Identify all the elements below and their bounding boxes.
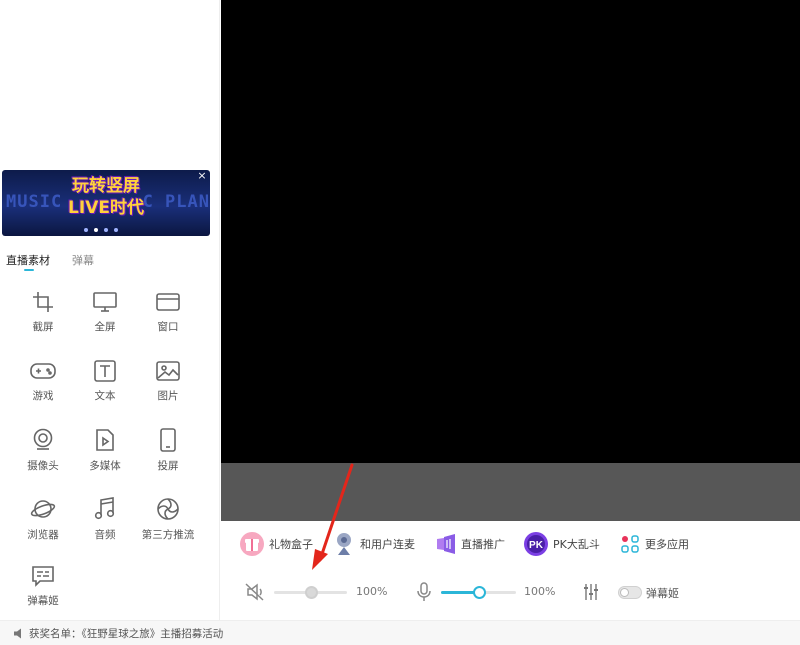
crop-icon — [33, 292, 53, 312]
tool-label: 第三方推流 — [141, 529, 195, 541]
danmaku-ji-toggle[interactable] — [618, 586, 642, 599]
banner-dot[interactable] — [114, 228, 118, 232]
promo-banner[interactable]: MUSIC C PLAN 玩转竖屏 LIVE时代 × — [2, 170, 210, 236]
tool-label: 弹幕姬 — [27, 595, 59, 607]
tool-label: 窗口 — [157, 321, 179, 333]
gift-box-icon — [240, 532, 264, 556]
tool-label: 截屏 — [32, 321, 54, 333]
microphone-icon[interactable] — [417, 582, 431, 602]
chat-box-icon — [32, 566, 54, 587]
tool-webcam[interactable]: 摄像头 — [11, 428, 75, 480]
material-tabs: 直播素材 弹幕 — [6, 252, 94, 271]
pk-badge-text: PK — [529, 540, 544, 551]
apps-bar: 礼物盒子 和用户连麦 直播推广 PK PK大乱斗 更多应用 — [221, 521, 800, 569]
speaker-volume-knob[interactable] — [304, 586, 318, 599]
music-note-icon — [94, 497, 115, 520]
text-icon — [94, 360, 116, 382]
tool-cast[interactable]: 投屏 — [136, 428, 200, 480]
app-label: 更多应用 — [645, 538, 689, 551]
live-preview-canvas[interactable] — [221, 0, 800, 463]
announcement-text: 获奖名单：《狂野星球之旅》主播招募活动 — [29, 628, 224, 640]
tool-label: 多媒体 — [89, 460, 121, 472]
mic-link-icon — [337, 533, 351, 555]
aperture-icon — [157, 498, 179, 520]
announcement-speaker-icon — [14, 628, 21, 639]
pk-icon: PK — [524, 532, 548, 556]
tool-fullscreen[interactable]: 全屏 — [73, 291, 137, 343]
tool-game[interactable]: 游戏 — [11, 360, 75, 412]
banner-dot[interactable] — [84, 228, 88, 232]
tool-danmaku-ji[interactable]: 弹幕姬 — [11, 565, 75, 617]
banner-pagination — [84, 228, 118, 232]
media-file-icon — [96, 429, 114, 451]
planet-icon — [30, 500, 56, 518]
banner-dot[interactable] — [104, 228, 108, 232]
app-live-promote[interactable]: 直播推广 — [435, 531, 505, 557]
preview-bottom-strip — [221, 463, 800, 521]
app-label: PK大乱斗 — [553, 538, 600, 551]
banner-close-icon[interactable]: × — [197, 170, 207, 181]
banner-title: 玩转竖屏 LIVE时代 — [56, 176, 156, 218]
tool-browser[interactable]: 浏览器 — [11, 497, 75, 549]
banner-title-line1: 玩转竖屏 — [72, 176, 140, 196]
image-icon — [156, 361, 180, 381]
danmaku-ji-toggle-label: 弹幕姬 — [646, 587, 679, 600]
tab-live-material[interactable]: 直播素材 — [6, 252, 50, 271]
promote-icon — [437, 534, 455, 554]
monitor-icon — [93, 292, 117, 312]
tool-multimedia[interactable]: 多媒体 — [73, 428, 137, 480]
tool-label: 文本 — [94, 390, 116, 402]
app-pk-battle[interactable]: PK PK大乱斗 — [523, 531, 600, 557]
banner-bg-left: MUSIC — [6, 192, 63, 212]
more-apps-icon — [621, 535, 639, 553]
tool-label: 游戏 — [32, 390, 54, 402]
webcam-icon — [33, 428, 53, 450]
speaker-volume-slider[interactable] — [274, 586, 347, 599]
tool-label: 全屏 — [94, 321, 116, 333]
mic-volume-knob[interactable] — [472, 586, 486, 599]
banner-dot-active[interactable] — [94, 228, 98, 232]
tool-text[interactable]: 文本 — [73, 360, 137, 412]
announcement-bar[interactable]: 获奖名单：《狂野星球之旅》主播招募活动 — [0, 620, 800, 645]
tool-label: 摄像头 — [27, 460, 59, 472]
tool-window[interactable]: 窗口 — [136, 291, 200, 343]
tool-screenshot[interactable]: 截屏 — [11, 291, 75, 343]
tool-label: 图片 — [157, 390, 179, 402]
speaker-muted-icon[interactable] — [245, 583, 265, 601]
tool-third-party-stream[interactable]: 第三方推流 — [136, 497, 200, 549]
app-gift-box[interactable]: 礼物盒子 — [239, 531, 313, 557]
banner-title-line2: LIVE时代 — [68, 198, 144, 218]
tool-image[interactable]: 图片 — [136, 360, 200, 412]
tab-danmaku[interactable]: 弹幕 — [72, 252, 94, 270]
mic-volume-slider[interactable] — [441, 586, 516, 599]
tool-audio[interactable]: 音频 — [73, 497, 137, 549]
app-more-apps[interactable]: 更多应用 — [619, 531, 689, 557]
tool-label: 投屏 — [157, 460, 179, 472]
app-label: 和用户连麦 — [360, 538, 415, 551]
phone-icon — [160, 428, 176, 452]
left-panel: MUSIC C PLAN 玩转竖屏 LIVE时代 × 直播素材 弹幕 截屏 全屏… — [0, 0, 220, 620]
audio-controls-bar: 100% 100% 弹幕姬 — [221, 569, 800, 617]
mixer-icon[interactable] — [583, 583, 599, 601]
toggle-knob — [620, 588, 629, 597]
app-label: 直播推广 — [461, 538, 505, 551]
mic-volume-value: 100% — [524, 585, 556, 598]
gamepad-icon — [30, 363, 56, 379]
tool-label: 音频 — [94, 529, 116, 541]
window-icon — [156, 293, 180, 311]
app-label: 礼物盒子 — [269, 538, 313, 551]
app-user-cohost[interactable]: 和用户连麦 — [332, 531, 415, 557]
speaker-volume-value: 100% — [356, 585, 388, 598]
tool-label: 浏览器 — [27, 529, 59, 541]
